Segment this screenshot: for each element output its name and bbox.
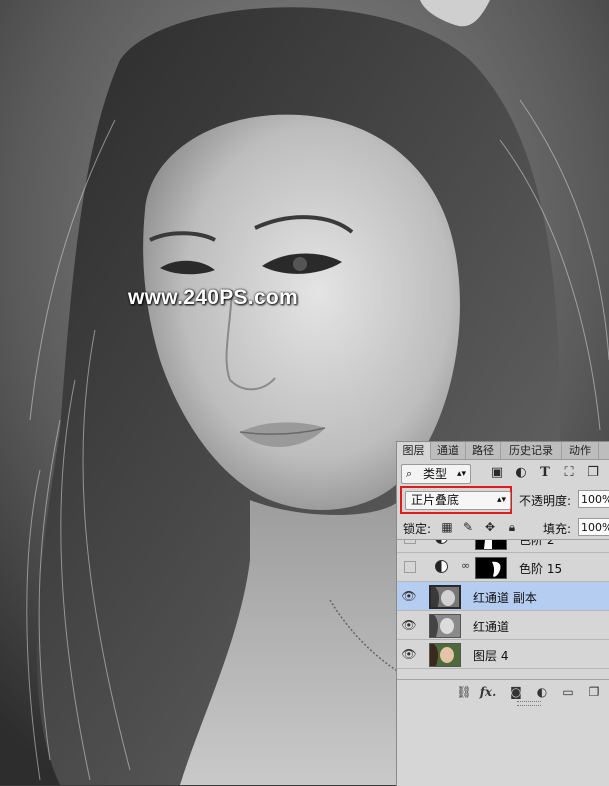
filter-row: ⌕ 类型 ▴▾ ▣ ◐ T ⛶ ❐	[397, 461, 609, 485]
tab-channels[interactable]: 通道	[431, 442, 466, 459]
layers-bottom-toolbar: ⛓ fx. ◙ ◐ ▭ ❐	[397, 679, 609, 704]
layer-row[interactable]: 👁︎ 红通道	[397, 611, 609, 640]
new-adjustment-icon[interactable]: ◐	[533, 684, 551, 700]
layer-thumbnail[interactable]	[429, 614, 461, 638]
layer-mask-thumbnail[interactable]	[475, 540, 507, 550]
fx-icon[interactable]: fx.	[479, 684, 497, 700]
layers-list: ∞ 色阶 2 ∞ 色阶 15 👁︎ 红通道 副本 👁︎	[397, 539, 609, 680]
layer-thumbnail[interactable]	[429, 585, 461, 609]
adjustment-filter-icon[interactable]: ◐	[513, 464, 529, 482]
fill-label: 填充:	[543, 522, 572, 536]
eye-icon[interactable]: 👁︎	[401, 617, 417, 633]
layer-name: 红通道 副本	[473, 591, 537, 605]
smart-object-filter-icon[interactable]: ❐	[585, 464, 601, 482]
eye-icon[interactable]: 👁︎	[401, 646, 417, 662]
filter-kind-select[interactable]: ⌕ 类型 ▴▾	[401, 464, 471, 484]
layers-panel: 图层 通道 路径 历史记录 动作 ⌕ 类型 ▴▾ ▣ ◐ T ⛶ ❐ 正片叠底 …	[396, 441, 609, 786]
blend-row: 正片叠底 ▴▾ 不透明度: 100%	[397, 486, 609, 514]
link-icon: ∞	[461, 540, 470, 543]
lock-image-icon[interactable]: ✎	[460, 518, 476, 536]
filter-kind-label: 类型	[423, 467, 448, 481]
layer-name: 图层 4	[473, 649, 509, 663]
layer-name: 红通道	[473, 620, 510, 634]
lock-position-icon[interactable]: ✥	[482, 518, 498, 536]
tab-paths[interactable]: 路径	[466, 442, 501, 459]
tab-actions[interactable]: 动作	[562, 442, 599, 459]
layer-row[interactable]: ∞ 色阶 15	[397, 553, 609, 582]
tab-history[interactable]: 历史记录	[501, 442, 562, 459]
lock-all-icon[interactable]: 🔒︎	[504, 518, 520, 536]
visibility-toggle[interactable]	[404, 540, 416, 544]
link-layers-icon[interactable]: ⛓	[455, 684, 473, 700]
add-mask-icon[interactable]: ◙	[507, 684, 525, 700]
layer-name: 色阶 2	[519, 539, 555, 547]
opacity-label: 不透明度:	[519, 494, 572, 508]
eye-icon[interactable]: 👁︎	[401, 588, 417, 604]
blend-mode-value: 正片叠底	[411, 493, 460, 507]
panel-tabs: 图层 通道 路径 历史记录 动作	[397, 442, 609, 460]
shape-filter-icon[interactable]: ⛶	[561, 464, 577, 482]
layer-mask-thumbnail[interactable]	[475, 557, 507, 579]
levels-adjustment-icon	[435, 540, 448, 544]
levels-adjustment-icon	[435, 560, 448, 573]
layer-row[interactable]: ∞ 色阶 2	[397, 539, 609, 553]
layer-row[interactable]: 👁︎ 图层 4	[397, 640, 609, 669]
search-icon: ⌕	[406, 467, 413, 480]
link-icon: ∞	[461, 559, 471, 572]
lock-transparent-icon[interactable]: ▦	[439, 518, 455, 536]
blend-mode-select[interactable]: 正片叠底 ▴▾	[405, 491, 511, 510]
tab-layers[interactable]: 图层	[397, 442, 431, 460]
new-layer-icon[interactable]: ❐	[585, 684, 603, 700]
watermark-text: www.240PS.com	[128, 286, 299, 309]
visibility-toggle[interactable]	[404, 561, 416, 573]
opacity-field[interactable]: 100%	[578, 490, 609, 508]
layer-name: 色阶 15	[519, 562, 563, 576]
resize-grip[interactable]	[517, 701, 541, 706]
chevron-updown-icon: ▴▾	[456, 469, 466, 479]
image-filter-icon[interactable]: ▣	[489, 464, 505, 482]
layer-row[interactable]: 👁︎ 红通道 副本	[397, 582, 609, 611]
chevron-updown-icon: ▴▾	[496, 495, 506, 505]
new-group-icon[interactable]: ▭	[559, 684, 577, 700]
lock-label: 锁定:	[403, 522, 432, 536]
layer-thumbnail[interactable]	[429, 643, 461, 667]
fill-field[interactable]: 100%	[578, 518, 609, 536]
type-filter-icon[interactable]: T	[537, 464, 553, 482]
lock-row: 锁定: ▦ ✎ ✥ 🔒︎ 填充: 100%	[397, 515, 609, 539]
